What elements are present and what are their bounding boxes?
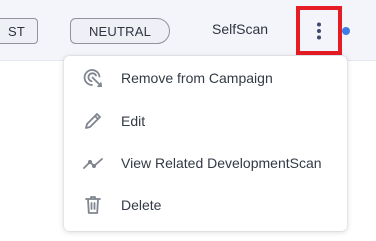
status-indicator-dot	[342, 27, 350, 35]
trash-icon	[82, 194, 104, 216]
menu-item-view-related[interactable]: View Related DevelopmentScan	[64, 142, 347, 184]
pencil-icon	[82, 110, 104, 132]
trend-line-icon	[82, 152, 104, 174]
menu-item-label: Edit	[121, 113, 146, 129]
status-tag-neutral: NEUTRAL	[70, 18, 170, 44]
menu-item-label: Delete	[121, 197, 162, 213]
remove-campaign-icon	[82, 67, 104, 89]
menu-item-delete[interactable]: Delete	[64, 184, 347, 226]
row-actions-button[interactable]	[296, 6, 342, 55]
menu-item-label: Remove from Campaign	[121, 70, 273, 86]
menu-item-edit[interactable]: Edit	[64, 100, 347, 142]
row-actions-menu: Remove from Campaign Edit View Related D…	[64, 56, 347, 231]
status-tag-left: ST	[0, 18, 38, 44]
source-label: SelfScan	[212, 21, 269, 37]
menu-item-label: View Related DevelopmentScan	[121, 155, 322, 171]
menu-item-remove-from-campaign[interactable]: Remove from Campaign	[64, 57, 347, 99]
table-row: ST NEUTRAL SelfScan	[0, 0, 376, 61]
vertical-ellipsis-icon	[317, 22, 321, 39]
